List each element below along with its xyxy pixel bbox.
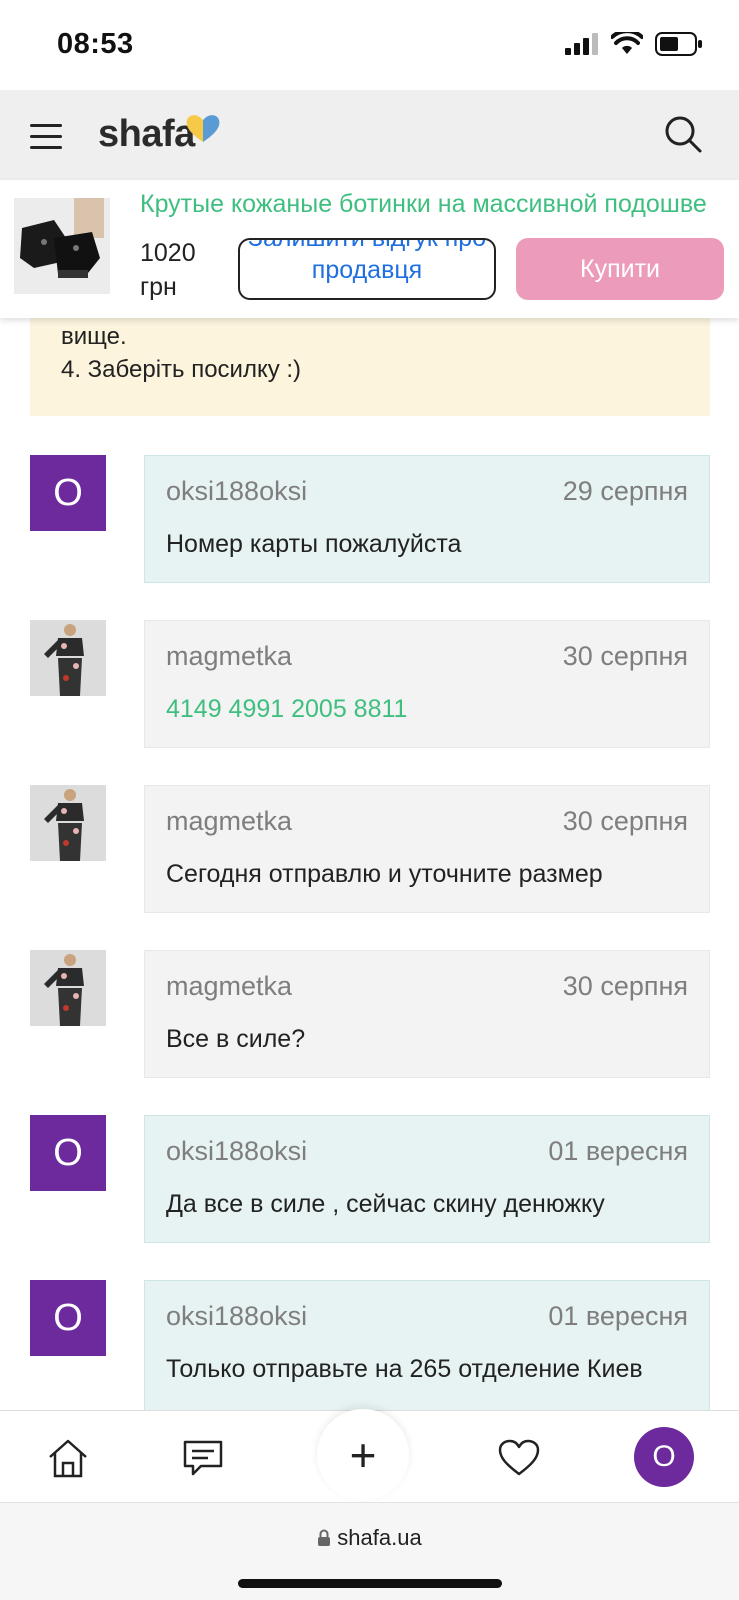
home-indicator [238, 1579, 502, 1588]
user-avatar[interactable]: О [30, 1115, 106, 1191]
message-author[interactable]: oksi188oksi [166, 476, 307, 507]
instruction-line: 4. Заберіть посилку :) [61, 356, 302, 383]
add-listing-button[interactable]: + [317, 1409, 409, 1501]
user-avatar[interactable] [30, 620, 106, 696]
message-bubble: magmetka 30 серпня Сегодня отправлю и ут… [144, 785, 710, 913]
hamburger-menu-button[interactable] [30, 116, 70, 156]
message-author[interactable]: magmetka [166, 806, 292, 837]
message-text: Только отправьте на 265 отделение Киев [166, 1355, 643, 1383]
message-item: magmetka 30 серпня 4149 4991 2005 8811 [30, 620, 710, 748]
shafa-logo[interactable]: shafa [98, 108, 223, 160]
message-bubble: magmetka 30 серпня 4149 4991 2005 8811 [144, 620, 710, 748]
bottom-navigation: + О [0, 1409, 739, 1502]
logo-text: shafa [98, 112, 195, 155]
message-author[interactable]: oksi188oksi [166, 1136, 307, 1167]
leave-review-button[interactable]: Залишити відгук про продавця [238, 238, 496, 300]
status-bar: 08:53 [0, 0, 739, 90]
cellular-signal-icon [565, 33, 598, 55]
message-text: Да все в силе , сейчас скину денюжку [166, 1190, 605, 1218]
product-price: 1020 грн [140, 236, 220, 304]
instruction-line: вище. [61, 323, 127, 350]
price-currency: грн [140, 273, 177, 301]
user-avatar[interactable] [30, 950, 106, 1026]
lock-icon [318, 1529, 331, 1546]
message-bubble: magmetka 30 серпня Все в силе? [144, 950, 710, 1078]
menu-bar [30, 145, 62, 149]
price-value: 1020 [140, 239, 196, 267]
chat-icon [183, 1440, 223, 1476]
message-header: magmetka 30 серпня [166, 806, 688, 837]
message-date: 01 вересня [548, 1136, 688, 1166]
message-bubble: oksi188oksi 29 серпня Номер карты пожалу… [144, 455, 710, 583]
heart-logo-icon [186, 115, 220, 142]
search-icon [665, 116, 702, 153]
app-header: shafa [0, 90, 739, 180]
user-photo-icon [30, 950, 106, 1026]
url-text: shafa.ua [337, 1525, 422, 1550]
message-header: oksi188oksi 29 серпня [166, 476, 688, 507]
message-author[interactable]: magmetka [166, 971, 292, 1002]
url-display[interactable]: shafa.ua [0, 1525, 739, 1551]
battery-icon [655, 32, 702, 56]
wifi-icon [611, 32, 643, 54]
message-date: 30 серпня [562, 971, 688, 1001]
search-button[interactable] [663, 114, 703, 154]
message-header: oksi188oksi 01 вересня [166, 1301, 688, 1332]
user-avatar[interactable] [30, 785, 106, 861]
message-bubble: oksi188oksi 01 вересня Да все в силе , с… [144, 1115, 710, 1243]
message-date: 01 вересня [548, 1301, 688, 1331]
profile-avatar-button[interactable]: О [634, 1427, 694, 1487]
user-avatar[interactable]: О [30, 455, 106, 531]
message-item: О oksi188oksi 01 вересня Только отправьт… [30, 1280, 710, 1420]
nav-favorites-button[interactable] [496, 1435, 542, 1481]
message-author[interactable]: oksi188oksi [166, 1301, 307, 1332]
menu-bar [30, 123, 62, 127]
message-text: Номер карты пожалуйста [166, 530, 462, 558]
nav-home-button[interactable] [45, 1435, 91, 1481]
message-header: magmetka 30 серпня [166, 641, 688, 672]
message-text: Все в силе? [166, 1025, 306, 1053]
message-date: 30 серпня [562, 641, 688, 671]
heart-icon [498, 1439, 540, 1476]
buy-button[interactable]: Купити [516, 238, 724, 300]
message-text: Сегодня отправлю и уточните размер [166, 860, 603, 888]
status-time: 08:53 [57, 28, 134, 60]
message-date: 29 серпня [562, 476, 688, 506]
boots-image-icon [14, 198, 110, 294]
message-header: oksi188oksi 01 вересня [166, 1136, 688, 1167]
browser-url-bar: shafa.ua [0, 1502, 739, 1600]
home-icon [49, 1439, 87, 1478]
message-text-card-number[interactable]: 4149 4991 2005 8811 [166, 694, 688, 724]
product-strip: Крутые кожаные ботинки на массивной подо… [0, 180, 739, 318]
nav-messages-button[interactable] [180, 1435, 226, 1481]
message-item: magmetka 30 серпня Сегодня отправлю и ут… [30, 785, 710, 913]
message-item: О oksi188oksi 29 серпня Номер карты пожа… [30, 455, 710, 583]
message-header: magmetka 30 серпня [166, 971, 688, 1002]
product-image[interactable] [14, 198, 110, 294]
user-photo-icon [30, 785, 106, 861]
status-icons [565, 32, 703, 56]
menu-bar [30, 134, 62, 138]
message-date: 30 серпня [562, 806, 688, 836]
message-author[interactable]: magmetka [166, 641, 292, 672]
message-item: magmetka 30 серпня Все в силе? [30, 950, 710, 1078]
message-bubble: oksi188oksi 01 вересня Только отправьте … [144, 1280, 710, 1420]
user-photo-icon [30, 620, 106, 696]
user-avatar[interactable]: О [30, 1280, 106, 1356]
message-item: О oksi188oksi 01 вересня Да все в силе ,… [30, 1115, 710, 1243]
leave-review-label: Залишити відгук про продавця [247, 238, 487, 284]
product-title[interactable]: Крутые кожаные ботинки на массивной подо… [140, 190, 720, 219]
